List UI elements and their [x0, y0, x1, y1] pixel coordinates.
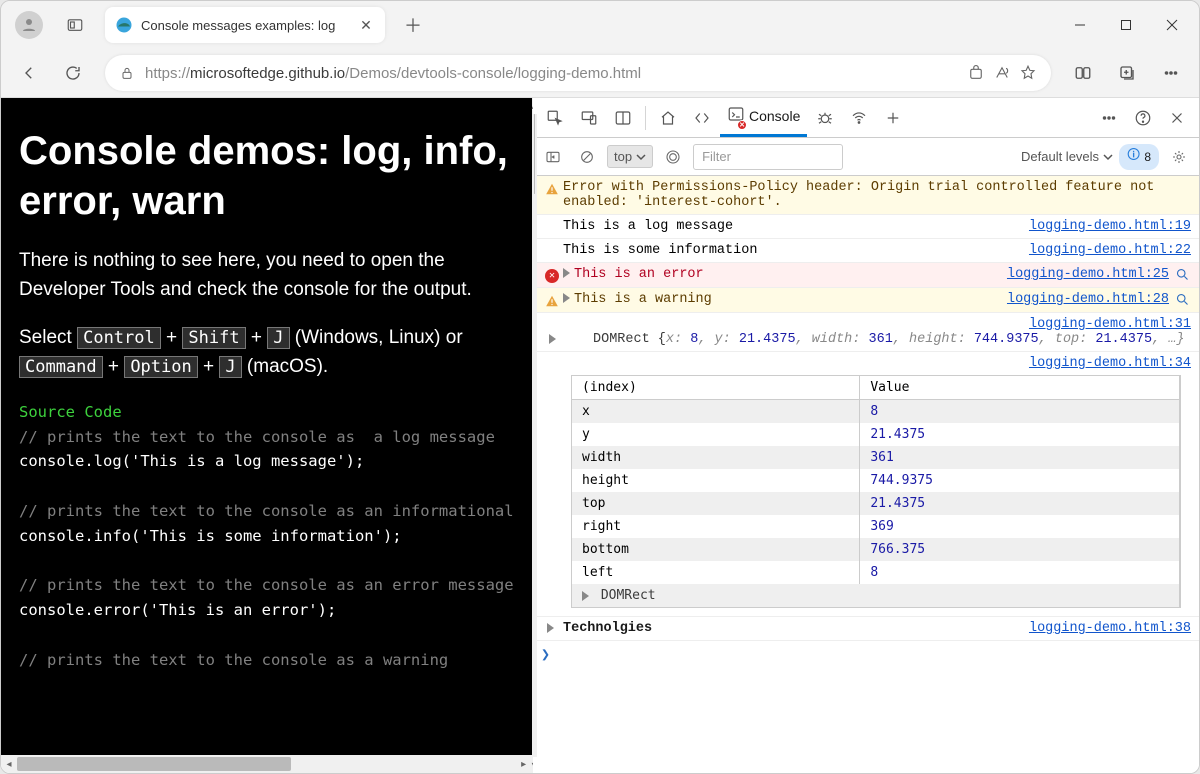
kbd-option: Option — [124, 356, 197, 378]
expand-icon[interactable] — [563, 268, 570, 278]
live-expression-icon[interactable] — [659, 143, 687, 171]
page-viewport: Console demos: log, info, error, warn Th… — [1, 98, 533, 773]
window-minimize[interactable] — [1057, 1, 1103, 49]
clear-console-icon[interactable] — [573, 143, 601, 171]
back-button[interactable] — [9, 53, 49, 93]
source-link[interactable]: logging-demo.html:22 — [1029, 243, 1191, 258]
search-icon[interactable] — [1175, 267, 1191, 283]
titlebar: Console messages examples: log ✕ ＋ — [1, 1, 1199, 49]
table-row: width361 — [572, 446, 1180, 469]
table-row: y21.4375 — [572, 423, 1180, 446]
context-selector[interactable]: top — [607, 145, 653, 168]
url-text: https://microsoftedge.github.io/Demos/de… — [145, 65, 959, 82]
console-table: (index)Value x8y21.4375width361height744… — [572, 376, 1180, 607]
table-row: bottom766.375 — [572, 538, 1180, 561]
log-levels-selector[interactable]: Default levels — [1021, 149, 1113, 164]
new-tab-button[interactable]: ＋ — [397, 9, 429, 41]
console-msg-warning: This is a warning logging-demo.html:28 — [533, 288, 1199, 313]
expand-icon[interactable] — [549, 334, 556, 344]
warning-icon — [545, 182, 559, 196]
console-msg-domrect: logging-demo.html:31 DOMRect {x: 8, y: 2… — [533, 313, 1199, 352]
split-screen-icon[interactable] — [1063, 53, 1103, 93]
inspect-element-icon[interactable] — [539, 99, 571, 137]
console-icon: ✕ — [727, 105, 745, 128]
window-close[interactable] — [1149, 1, 1195, 49]
table-row: height744.9375 — [572, 469, 1180, 492]
table-row: top21.4375 — [572, 492, 1180, 515]
tab-network-icon[interactable] — [843, 99, 875, 137]
page-paragraph-2: Select Control + Shift + J (Windows, Lin… — [19, 323, 514, 382]
devtools-panel: ✕ Console top Filter Default levels — [533, 98, 1199, 773]
page-heading: Console demos: log, info, error, warn — [19, 126, 514, 226]
device-toggle-icon[interactable] — [573, 99, 605, 137]
lock-icon — [119, 65, 135, 81]
devtools-help-icon[interactable] — [1127, 99, 1159, 137]
console-settings-icon[interactable] — [1165, 143, 1193, 171]
console-filter-input[interactable]: Filter — [693, 144, 843, 170]
console-output: Error with Permissions-Policy header: Or… — [533, 176, 1199, 773]
source-link[interactable]: logging-demo.html:28 — [1007, 292, 1169, 307]
console-msg-error: ✕ This is an error logging-demo.html:25 — [533, 263, 1199, 288]
address-bar[interactable]: https://microsoftedge.github.io/Demos/de… — [105, 55, 1051, 91]
source-link[interactable]: logging-demo.html:34 — [1029, 356, 1191, 371]
search-icon[interactable] — [1175, 292, 1191, 308]
source-code-block: Source Code // prints the text to the co… — [19, 400, 514, 673]
warning-icon — [545, 294, 559, 308]
kbd-j: J — [267, 327, 289, 349]
table-row: right369 — [572, 515, 1180, 538]
page-v-scrollbar[interactable]: ▴▾ — [532, 98, 537, 773]
collections-icon[interactable] — [1107, 53, 1147, 93]
more-menu-icon[interactable] — [1151, 53, 1191, 93]
kbd-command: Command — [19, 356, 103, 378]
source-link[interactable]: logging-demo.html:31 — [1029, 317, 1191, 332]
expand-icon[interactable] — [563, 293, 570, 303]
console-msg-log: This is a log message logging-demo.html:… — [533, 215, 1199, 239]
tab-title: Console messages examples: log — [141, 18, 357, 33]
console-msg-info: This is some information logging-demo.ht… — [533, 239, 1199, 263]
toggle-sidebar-icon[interactable] — [539, 143, 567, 171]
refresh-button[interactable] — [53, 53, 93, 93]
console-msg-table: logging-demo.html:34 (index)Value x8y21.… — [533, 352, 1199, 617]
tab-actions-icon[interactable] — [59, 9, 91, 41]
browser-tab[interactable]: Console messages examples: log ✕ — [105, 7, 385, 43]
tab-welcome[interactable] — [652, 99, 684, 137]
tab-more-plus-icon[interactable] — [877, 99, 909, 137]
edge-favicon — [115, 16, 133, 34]
expand-icon[interactable] — [582, 591, 589, 601]
shopping-icon[interactable] — [967, 64, 985, 82]
tab-elements[interactable] — [686, 99, 718, 137]
devtools-tabs: ✕ Console — [533, 98, 1199, 138]
console-prompt[interactable]: ❯ — [533, 641, 1199, 667]
source-link[interactable]: logging-demo.html:19 — [1029, 219, 1191, 234]
console-toolbar: top Filter Default levels 🛈8 — [533, 138, 1199, 176]
read-aloud-icon[interactable] — [993, 64, 1011, 82]
devtools-more-icon[interactable] — [1093, 99, 1125, 137]
tab-console[interactable]: ✕ Console — [720, 99, 807, 137]
table-row: left8 — [572, 561, 1180, 584]
window-maximize[interactable] — [1103, 1, 1149, 49]
browser-toolbar: https://microsoftedge.github.io/Demos/de… — [1, 49, 1199, 97]
table-row-object: DOMRect — [572, 584, 1180, 607]
page-body: Console demos: log, info, error, warn Th… — [1, 98, 532, 755]
tab-close-icon[interactable]: ✕ — [357, 16, 375, 34]
console-msg-permissions-warning: Error with Permissions-Policy header: Or… — [533, 176, 1199, 215]
kbd-control: Control — [77, 327, 161, 349]
devtools-close-icon[interactable] — [1161, 99, 1193, 137]
kbd-j2: J — [219, 356, 241, 378]
source-link[interactable]: logging-demo.html:25 — [1007, 267, 1169, 282]
dock-side-icon[interactable] — [607, 99, 639, 137]
tab-sources-bug-icon[interactable] — [809, 99, 841, 137]
source-link[interactable]: logging-demo.html:38 — [1029, 621, 1191, 636]
page-h-scrollbar[interactable]: ◂▸ — [1, 755, 532, 773]
profile-avatar[interactable] — [15, 11, 43, 39]
kbd-shift: Shift — [182, 327, 245, 349]
expand-icon[interactable] — [547, 623, 554, 633]
console-msg-group: Technolgies logging-demo.html:38 — [533, 617, 1199, 641]
issues-badge[interactable]: 🛈8 — [1119, 144, 1159, 170]
page-paragraph-1: There is nothing to see here, you need t… — [19, 246, 514, 305]
error-icon: ✕ — [545, 269, 559, 283]
table-row: x8 — [572, 400, 1180, 424]
favorite-icon[interactable] — [1019, 64, 1037, 82]
